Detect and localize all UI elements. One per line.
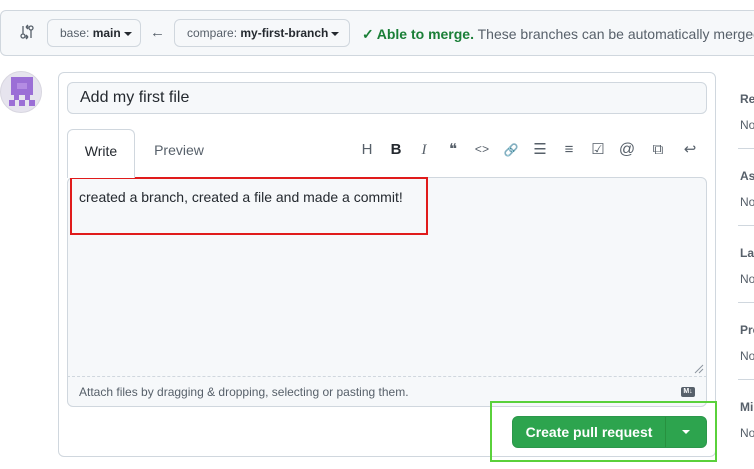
compare-branch-label: compare: xyxy=(187,26,238,40)
arrow-left-icon: ← xyxy=(150,24,165,41)
sidebar-reviewers-heading[interactable]: Re xyxy=(740,92,754,106)
base-branch-value: main xyxy=(92,26,121,40)
attach-files-hint: Attach files by dragging & dropping, sel… xyxy=(79,385,409,399)
sidebar-milestone-heading[interactable]: Mi xyxy=(740,400,753,414)
numbered-list-icon[interactable]: ≡ xyxy=(558,139,580,161)
sidebar-milestone-value: No xyxy=(740,426,754,440)
annotation-highlight-green xyxy=(490,401,717,462)
italic-icon[interactable]: I xyxy=(413,139,435,161)
sidebar-labels-value: No xyxy=(740,272,754,286)
check-icon: ✓ xyxy=(362,26,374,42)
merge-status-text: These branches can be automatically merg… xyxy=(477,26,754,42)
sidebar-divider xyxy=(738,379,754,380)
sidebar-assignees-heading[interactable]: As xyxy=(740,169,754,183)
reference-icon[interactable]: ⧉ xyxy=(647,139,669,161)
task-list-icon[interactable]: ☑ xyxy=(587,139,609,161)
compare-branch-value: my-first-branch xyxy=(240,26,329,40)
tab-preview[interactable]: Preview xyxy=(146,129,212,171)
title-input[interactable] xyxy=(67,82,707,114)
bulleted-list-icon[interactable]: ☰ xyxy=(529,139,551,161)
link-icon[interactable]: 🔗 xyxy=(500,139,522,161)
sidebar-divider xyxy=(738,302,754,303)
merge-status: ✓ Able to merge. These branches can be au… xyxy=(362,25,754,43)
heading-icon[interactable]: H xyxy=(356,139,378,161)
quote-icon[interactable]: ❝ xyxy=(442,139,464,161)
chevron-down-icon xyxy=(123,31,132,36)
sidebar-labels-heading[interactable]: Lal xyxy=(740,246,754,260)
sidebar-projects-value: No xyxy=(740,349,754,363)
avatar[interactable] xyxy=(0,71,42,113)
bold-icon[interactable]: B xyxy=(385,139,407,161)
base-branch-select[interactable]: base: main xyxy=(47,19,141,47)
mention-icon[interactable]: @ xyxy=(616,139,638,161)
sidebar-divider xyxy=(738,225,754,226)
sidebar-reviewers-value: No xyxy=(740,118,754,132)
compare-branch-select[interactable]: compare: my-first-branch xyxy=(174,19,350,47)
tab-write[interactable]: Write xyxy=(67,129,135,178)
git-compare-icon xyxy=(20,24,34,40)
sidebar-assignees-value: No xyxy=(740,195,754,209)
merge-status-strong: Able to merge. xyxy=(376,26,474,42)
base-branch-label: base: xyxy=(60,26,90,40)
resize-grip-icon[interactable] xyxy=(694,364,704,374)
annotation-highlight-red xyxy=(70,177,428,235)
chevron-down-icon xyxy=(331,31,340,36)
reply-icon[interactable]: ↩ xyxy=(679,139,701,161)
sidebar-divider xyxy=(738,148,754,149)
code-icon[interactable]: <> xyxy=(471,139,493,161)
identicon-image xyxy=(9,77,35,106)
markdown-icon: M↓ xyxy=(681,387,695,397)
sidebar-projects-heading[interactable]: Pro xyxy=(740,323,754,337)
